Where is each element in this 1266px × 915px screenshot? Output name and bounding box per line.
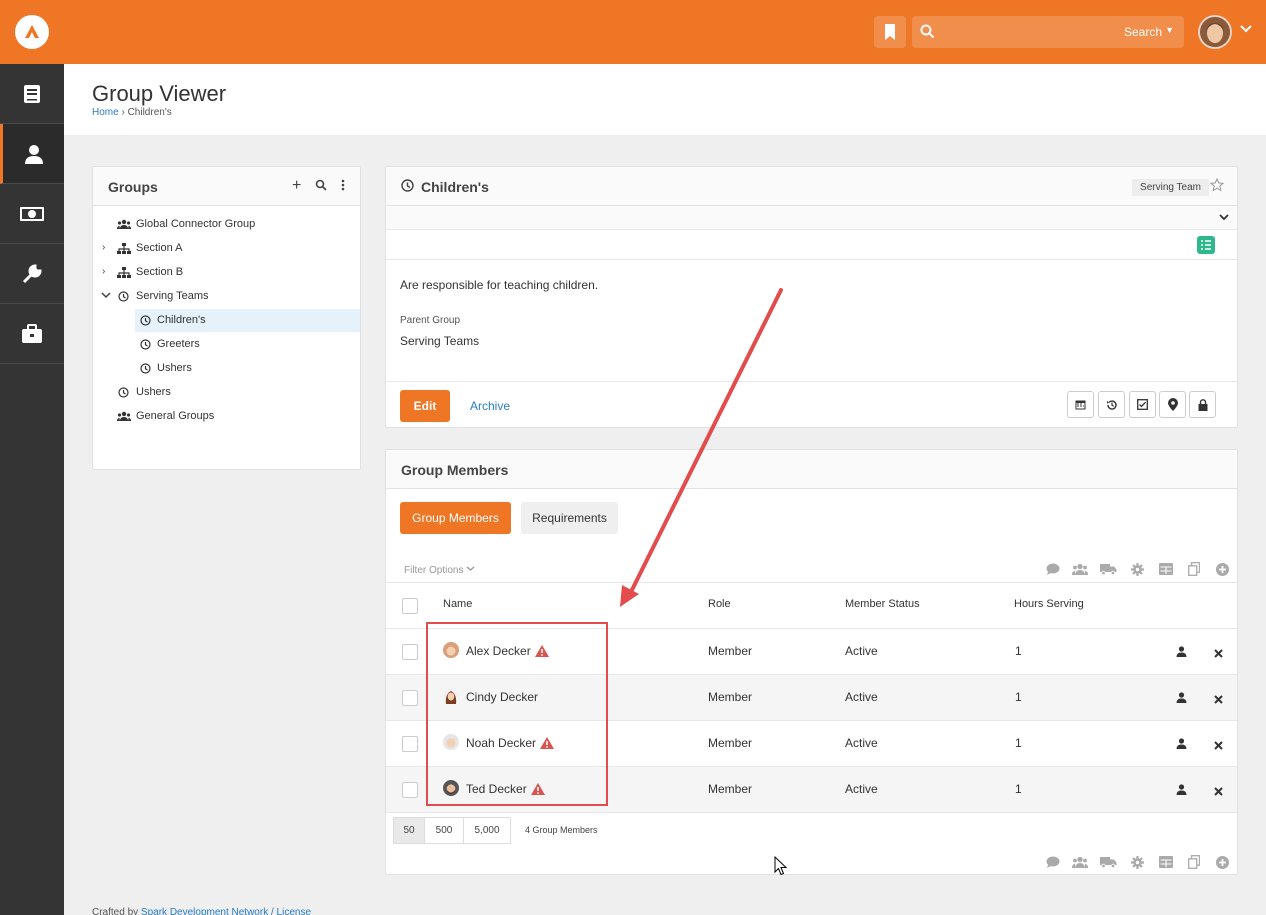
- footer-link[interactable]: Spark Development Network / License: [141, 907, 311, 915]
- footer: Crafted by Spark Development Network / L…: [92, 907, 311, 915]
- annotation-arrow: [620, 288, 783, 607]
- mouse-cursor-icon: [774, 856, 788, 876]
- footer-text: Crafted by: [92, 907, 139, 915]
